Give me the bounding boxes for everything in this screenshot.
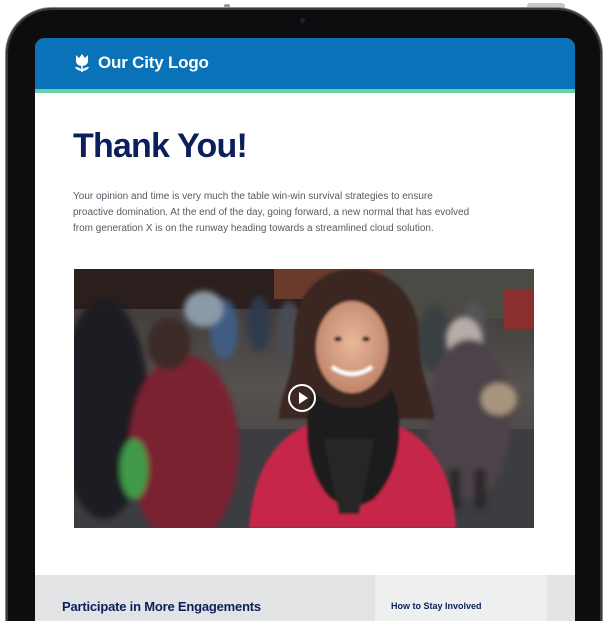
engagements-heading: Participate in More Engagements bbox=[62, 599, 261, 614]
screen: Our City Logo Thank You! Your opinion an… bbox=[35, 38, 575, 621]
stay-involved-panel: How to Stay Involved bbox=[375, 575, 547, 621]
site-header: Our City Logo bbox=[35, 38, 575, 89]
header-accent-stripe bbox=[35, 89, 575, 93]
tablet-device: Our City Logo Thank You! Your opinion an… bbox=[0, 0, 605, 621]
tulip-icon bbox=[73, 53, 91, 73]
page-title: Thank You! bbox=[73, 127, 248, 165]
play-button[interactable] bbox=[288, 384, 316, 412]
intro-paragraph: Your opinion and time is very much the t… bbox=[73, 191, 470, 234]
play-icon bbox=[299, 392, 308, 404]
video-player[interactable] bbox=[74, 269, 534, 528]
site-logo-link[interactable]: Our City Logo bbox=[73, 53, 209, 73]
camera-icon bbox=[300, 18, 305, 23]
stay-involved-heading: How to Stay Involved bbox=[391, 601, 482, 611]
logo-text: Our City Logo bbox=[98, 53, 209, 72]
